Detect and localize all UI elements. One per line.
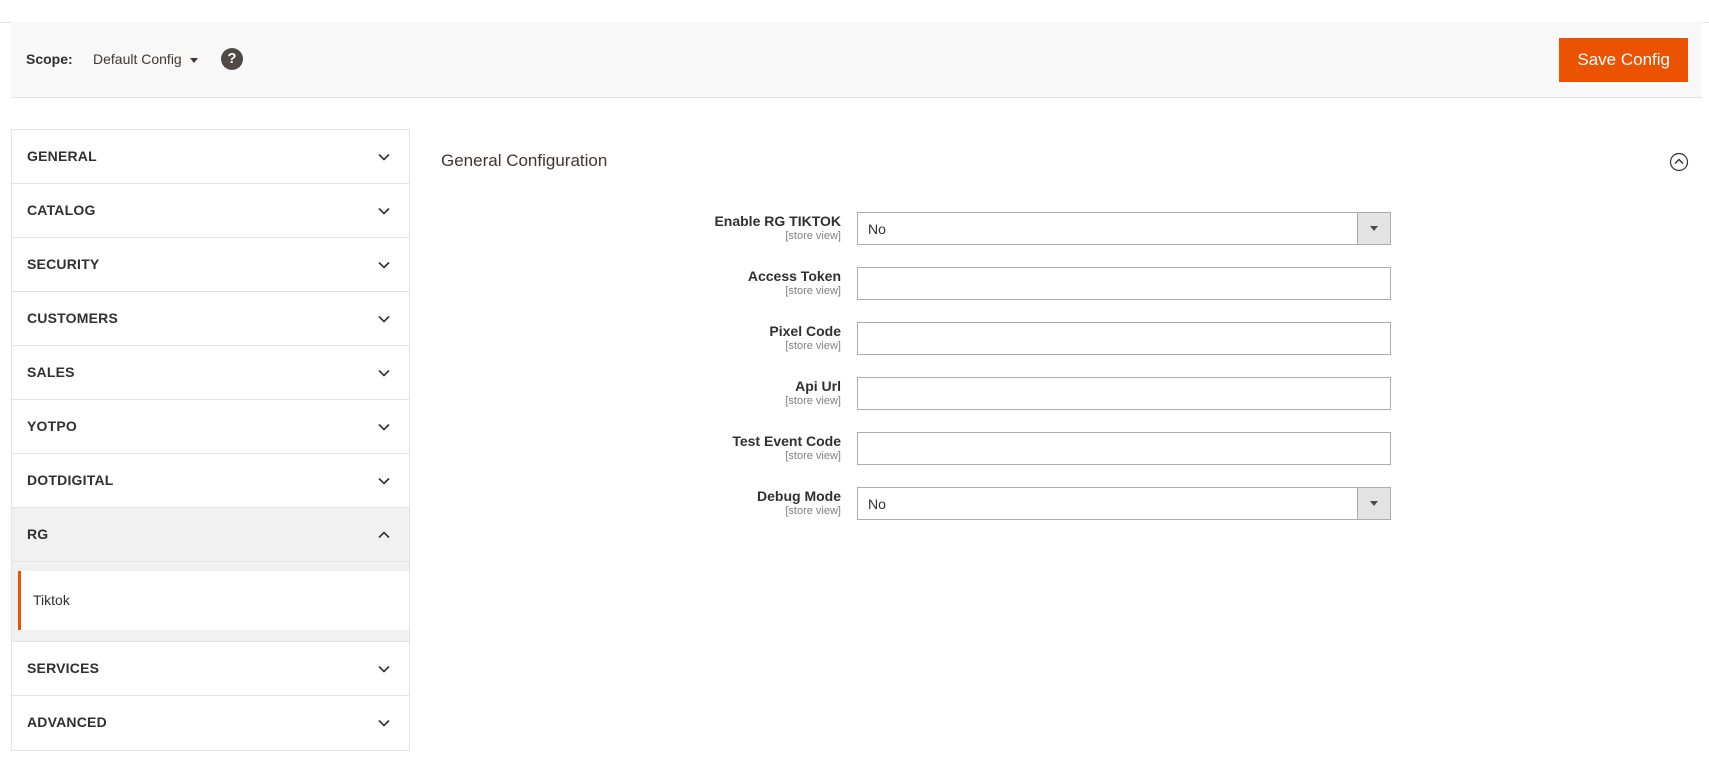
enable-rg-tiktok-select[interactable]: No	[857, 212, 1391, 245]
field-label-test-event-code: Test Event Code [store view]	[541, 433, 841, 462]
field-label-access-token: Access Token [store view]	[541, 268, 841, 297]
chevron-down-icon	[378, 477, 390, 485]
scope-label: Scope:	[26, 51, 73, 67]
chevron-down-icon	[378, 423, 390, 431]
debug-mode-select[interactable]: No	[857, 487, 1391, 520]
save-config-button[interactable]: Save Config	[1559, 38, 1688, 82]
sidebar-item-advanced[interactable]: ADVANCED	[12, 696, 409, 750]
field-name: Access Token	[747, 268, 841, 284]
access-token-input[interactable]	[857, 267, 1391, 300]
field-scope: [store view]	[785, 505, 841, 517]
chevron-down-icon	[378, 665, 390, 673]
chevron-down-icon	[378, 153, 390, 161]
collapse-circle-icon[interactable]	[1669, 152, 1689, 172]
field-name: Api Url	[795, 378, 841, 394]
sidebar-item-label: SALES	[27, 364, 75, 380]
field-label-api-url: Api Url [store view]	[541, 378, 841, 407]
sidebar-item-rg[interactable]: RG	[12, 508, 409, 562]
field-label-debug-mode: Debug Mode [store view]	[541, 488, 841, 517]
rg-submenu: Tiktok	[12, 562, 409, 642]
select-arrow-icon	[1357, 488, 1390, 519]
test-event-code-input[interactable]	[857, 432, 1391, 465]
pixel-code-input[interactable]	[857, 322, 1391, 355]
chevron-down-icon	[378, 719, 390, 727]
scope-bar: Scope: Default Config ? Save Config	[11, 22, 1702, 98]
sidebar-subitem-tiktok[interactable]: Tiktok	[18, 571, 409, 630]
scope-value: Default Config	[93, 51, 182, 67]
field-label-enable-rg-tiktok: Enable RG TIKTOK [store view]	[541, 213, 841, 242]
chevron-down-icon	[378, 315, 390, 323]
chevron-down-icon	[378, 369, 390, 377]
select-arrow-icon	[1357, 213, 1390, 244]
sidebar-item-label: RG	[27, 526, 49, 542]
sidebar-item-label: ADVANCED	[27, 714, 107, 730]
sidebar-item-label: DOTDIGITAL	[27, 472, 114, 488]
scope-switcher[interactable]: Default Config	[93, 51, 198, 67]
config-sidebar: GENERAL CATALOG SECURITY CUSTOMERS SALES…	[11, 129, 410, 751]
api-url-input[interactable]	[857, 377, 1391, 410]
sidebar-item-label: CUSTOMERS	[27, 310, 118, 326]
select-value: No	[868, 496, 886, 512]
sidebar-item-label: GENERAL	[27, 148, 97, 164]
field-name: Enable RG TIKTOK	[714, 213, 841, 229]
field-scope: [store view]	[785, 230, 841, 242]
chevron-down-icon	[378, 261, 390, 269]
sidebar-item-sales[interactable]: SALES	[12, 346, 409, 400]
question-icon[interactable]: ?	[221, 48, 243, 70]
field-scope: [store view]	[785, 285, 841, 297]
field-name: Test Event Code	[732, 433, 841, 449]
field-scope: [store view]	[785, 450, 841, 462]
sidebar-item-label: YOTPO	[27, 418, 78, 434]
sidebar-item-yotpo[interactable]: YOTPO	[12, 400, 409, 454]
section-title[interactable]: General Configuration	[441, 151, 607, 171]
sidebar-item-services[interactable]: SERVICES	[12, 642, 409, 696]
sidebar-item-security[interactable]: SECURITY	[12, 238, 409, 292]
sidebar-item-label: SERVICES	[27, 660, 100, 676]
sidebar-item-general[interactable]: GENERAL	[12, 130, 409, 184]
sidebar-item-label: SECURITY	[27, 256, 100, 272]
caret-down-icon	[189, 57, 198, 63]
chevron-up-icon	[378, 531, 390, 539]
sidebar-item-label: CATALOG	[27, 202, 96, 218]
field-name: Pixel Code	[769, 323, 841, 339]
sidebar-item-dotdigital[interactable]: DOTDIGITAL	[12, 454, 409, 508]
sidebar-item-customers[interactable]: CUSTOMERS	[12, 292, 409, 346]
sidebar-subitem-label: Tiktok	[33, 592, 70, 608]
field-scope: [store view]	[785, 395, 841, 407]
field-name: Debug Mode	[757, 488, 841, 504]
field-scope: [store view]	[785, 340, 841, 352]
sidebar-item-catalog[interactable]: CATALOG	[12, 184, 409, 238]
chevron-down-icon	[378, 207, 390, 215]
field-label-pixel-code: Pixel Code [store view]	[541, 323, 841, 352]
select-value: No	[868, 221, 886, 237]
